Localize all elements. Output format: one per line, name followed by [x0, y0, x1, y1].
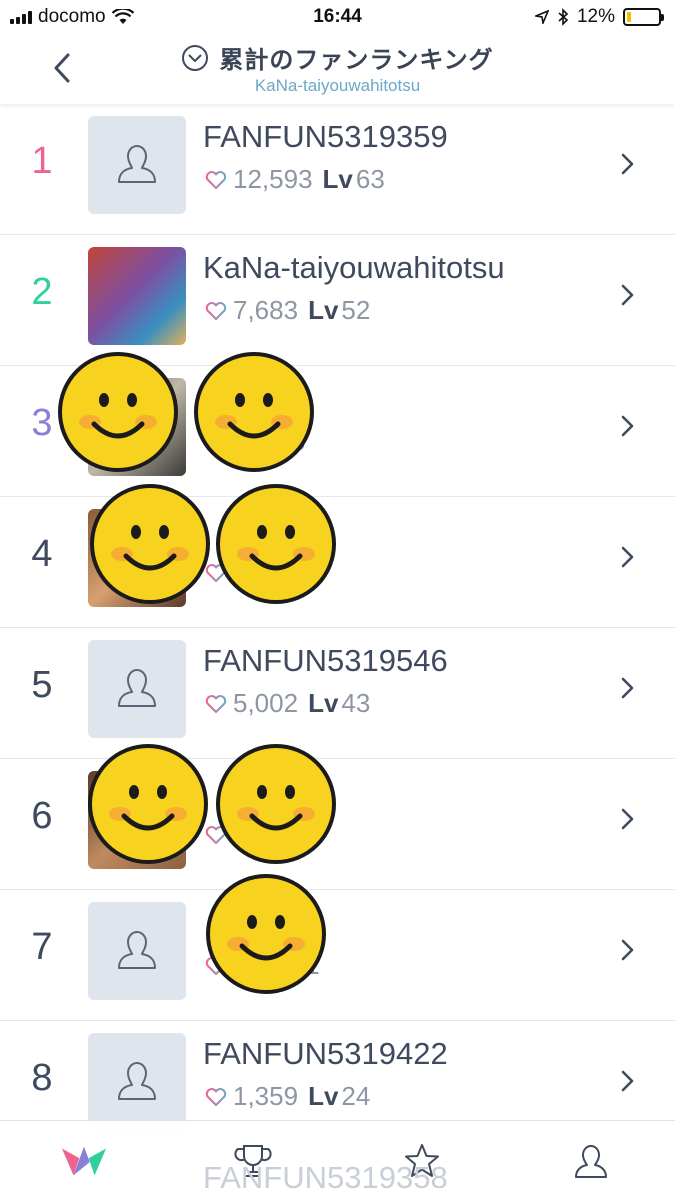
smiley-sticker-icon	[58, 352, 178, 472]
page-subtitle: KaNa-taiyouwahitotsu	[254, 76, 421, 95]
smiley-sticker-icon	[90, 484, 210, 604]
status-right: 12%	[534, 6, 664, 28]
rank-number: 4	[31, 533, 53, 575]
level-value: 63	[355, 164, 385, 194]
avatar-placeholder-icon	[88, 902, 186, 1000]
circle-chevron-down-icon	[182, 44, 209, 71]
smiley-sticker-icon	[216, 744, 336, 864]
heart-icon	[205, 170, 227, 189]
tab-home[interactable]	[60, 1139, 108, 1183]
rank-number: 5	[31, 664, 53, 706]
avatar-photo	[88, 247, 186, 345]
chevron-right-icon	[621, 1070, 634, 1092]
level-value: 43	[341, 688, 371, 718]
tab-profile[interactable]	[567, 1139, 615, 1183]
profile-icon	[575, 1145, 607, 1178]
rank-number: 8	[31, 1057, 53, 1099]
bluetooth-icon	[558, 8, 569, 26]
fan-name: KaNa-taiyouwahitotsu	[203, 250, 505, 285]
ranking-row[interactable]: 1 FANFUN5319359 12,593 Lv 63	[0, 104, 675, 235]
level-label: Lv	[308, 295, 339, 325]
rank-number: 7	[31, 926, 53, 968]
smiley-sticker-icon	[216, 484, 336, 604]
fan-name: FANFUN5319422	[203, 1036, 448, 1071]
chevron-right-icon	[621, 153, 634, 175]
level-label: Lv	[308, 688, 339, 718]
avatar-placeholder-icon	[88, 1033, 186, 1131]
ranking-row[interactable]: 7Lv101	[0, 890, 675, 1021]
battery-percent: 12%	[576, 6, 615, 27]
smiley-sticker-icon	[194, 352, 314, 472]
chevron-right-icon	[621, 284, 634, 306]
location-arrow-icon	[534, 10, 549, 24]
chevron-right-icon	[621, 677, 634, 699]
level-value: 52	[341, 295, 371, 325]
fan-stats: 7,683 Lv 52	[205, 295, 370, 326]
avatar-placeholder-icon	[88, 116, 186, 214]
status-bar: docomo 16:44 12%	[0, 0, 675, 34]
chevron-right-icon	[621, 939, 634, 961]
heart-count: 1,359	[233, 1081, 299, 1111]
smiley-sticker-icon	[206, 874, 326, 994]
level-label: Lv	[322, 164, 353, 194]
chevron-right-icon	[621, 546, 634, 568]
fan-name: FANFUN5319546	[203, 643, 448, 678]
ranking-list: 1 FANFUN5319359 12,593 Lv 63 2 KaNa-taiyouwahi…	[0, 104, 675, 1152]
fan-stats: 1,359 Lv 24	[205, 1081, 370, 1112]
level-label: Lv	[308, 1081, 339, 1111]
heart-icon	[205, 301, 227, 320]
rank-number: 1	[31, 140, 53, 182]
heart-count: 5,002	[233, 688, 299, 718]
chevron-right-icon	[621, 808, 634, 830]
title-dropdown[interactable]: 累計のファンランキング	[0, 40, 675, 75]
page-title: 累計のファンランキング	[219, 46, 494, 74]
nav-header: 累計のファンランキング KaNa-taiyouwahitotsu	[0, 34, 675, 104]
smiley-sticker-icon	[88, 744, 208, 864]
rank-number: 2	[31, 271, 53, 313]
heart-icon	[205, 1087, 227, 1106]
fan-stats: 5,002 Lv 43	[205, 688, 370, 719]
level-value: 24	[341, 1081, 371, 1111]
chevron-right-icon	[621, 415, 634, 437]
avatar-placeholder-icon	[88, 640, 186, 738]
next-row-name: FANFUN5319358	[203, 1160, 448, 1195]
battery-icon	[623, 8, 664, 26]
ranking-row[interactable]: 5 FANFUN5319546 5,002 Lv 43	[0, 628, 675, 759]
ranking-row[interactable]: 2 KaNa-taiyouwahitotsu 7,683 Lv 52	[0, 235, 675, 366]
rank-number: 6	[31, 795, 53, 837]
heart-icon	[205, 694, 227, 713]
fan-name: FANFUN5319359	[203, 119, 448, 154]
heart-count: 7,683	[233, 295, 299, 325]
app-logo-icon	[61, 1146, 107, 1176]
fan-stats: 12,593 Lv 63	[205, 164, 385, 195]
heart-count: 12,593	[233, 164, 313, 194]
